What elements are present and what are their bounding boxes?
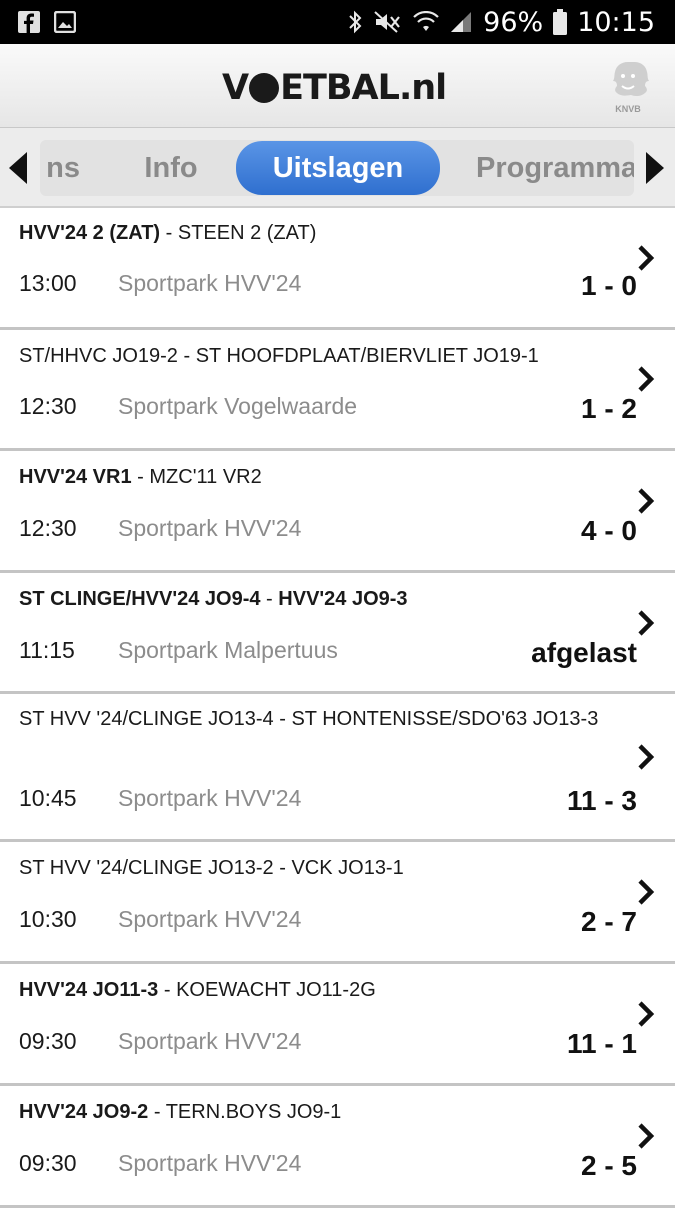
chevron-right-icon bbox=[638, 744, 655, 770]
match-venue: Sportpark HVV'24 bbox=[118, 906, 302, 933]
match-teams: ST/HHVC JO19-2 - ST HOOFDPLAAT/BIERVLIET… bbox=[19, 343, 619, 369]
away-team: STEEN 2 (ZAT) bbox=[177, 222, 317, 244]
match-venue: Sportpark HVV'24 bbox=[118, 515, 302, 542]
match-time: 09:30 bbox=[19, 1028, 77, 1055]
match-score: 1 - 2 bbox=[580, 392, 637, 424]
match-time: 11:15 bbox=[19, 636, 75, 663]
chevron-right-icon bbox=[638, 488, 655, 514]
chevron-right-icon bbox=[638, 366, 655, 392]
team-separator: - bbox=[148, 1100, 166, 1123]
arrow-right-icon bbox=[646, 152, 664, 184]
signal-icon bbox=[449, 10, 473, 34]
tab-partial[interactable]: ns bbox=[40, 140, 80, 196]
match-venue: Sportpark Malpertuus bbox=[118, 636, 338, 663]
tab-scroll-left-button[interactable] bbox=[6, 150, 32, 186]
tab-strip: ns Info Uitslagen Programma bbox=[0, 128, 675, 208]
chevron-right-icon bbox=[638, 245, 655, 271]
tab-scroll-right-button[interactable] bbox=[641, 150, 667, 186]
clock: 10:15 bbox=[577, 6, 655, 38]
match-row[interactable]: HVV'24 JO9-2 - TERN.BOYS JO9-1 09:30 Sport… bbox=[0, 1085, 675, 1208]
chevron-right-icon bbox=[638, 609, 655, 636]
match-venue: Sportpark HVV'24 bbox=[118, 1028, 302, 1055]
tab-info[interactable]: Info bbox=[136, 140, 206, 196]
match-score: 1 - 0 bbox=[580, 270, 637, 301]
home-team: HVV'24 JO11-3 bbox=[19, 979, 159, 1002]
gallery-icon bbox=[54, 11, 76, 33]
match-venue: Sportpark HVV'24 bbox=[118, 1149, 302, 1176]
chevron-right-icon bbox=[638, 1001, 655, 1027]
match-time: 12:30 bbox=[19, 515, 77, 542]
chevron-right-icon bbox=[638, 879, 655, 905]
home-team: HVV'24 VR1 bbox=[19, 466, 132, 489]
match-time: 12:30 bbox=[19, 392, 77, 419]
team-separator: - bbox=[260, 587, 279, 610]
home-team: ST CLINGE/HVV'24 JO9-4 bbox=[19, 587, 261, 610]
away-team: TERN.BOYS JO9-1 bbox=[165, 1100, 342, 1123]
team-separator: - bbox=[158, 979, 177, 1002]
match-score: 11 - 3 bbox=[566, 785, 637, 817]
match-teams: HVV'24 VR1 - MZC'11 VR2 bbox=[19, 464, 619, 490]
match-row[interactable]: ST/HHVC JO19-2 - ST HOOFDPLAAT/BIERVLIET… bbox=[0, 329, 675, 452]
chevron-right-icon bbox=[638, 1123, 655, 1149]
match-teams: HVV'24 JO11-3 - KOEWACHT JO11-2G bbox=[19, 977, 619, 1003]
team-separator: - bbox=[273, 857, 292, 880]
tab-programma[interactable]: Programma bbox=[476, 140, 634, 196]
match-score: 2 - 5 bbox=[580, 1149, 637, 1181]
match-time: 09:30 bbox=[19, 1149, 77, 1176]
match-teams: HVV'24 JO9-2 - TERN.BOYS JO9-1 bbox=[19, 1099, 619, 1125]
away-team: ST HONTENISSE/SDO'63 JO13-3 bbox=[291, 708, 599, 731]
football-icon bbox=[249, 73, 280, 103]
match-row[interactable]: HVV'24 JO11-3 - KOEWACHT JO11-2G 09:30 Spo… bbox=[0, 964, 675, 1086]
team-separator: - bbox=[160, 222, 178, 244]
home-team: ST/HHVC JO19-2 bbox=[19, 344, 178, 367]
match-time: 13:00 bbox=[19, 270, 77, 296]
match-row[interactable]: HVV'24 2 (ZAT) - STEEN 2 (ZAT) 13:00 Sport… bbox=[0, 208, 675, 330]
home-team: HVV'24 2 (ZAT) bbox=[19, 222, 161, 244]
team-separator: - bbox=[273, 708, 292, 731]
match-teams: HVV'24 2 (ZAT) - STEEN 2 (ZAT) bbox=[19, 220, 619, 246]
match-teams: ST HVV '24/CLINGE JO13-4 - ST HONTENISSE… bbox=[19, 706, 619, 732]
team-separator: - bbox=[177, 344, 196, 367]
match-row[interactable]: HVV'24 VR1 - MZC'11 VR2 12:30 Sportpark HV… bbox=[0, 451, 675, 573]
match-score: 4 - 0 bbox=[580, 515, 637, 547]
voetbal-logo[interactable]: V ETBAL.nl bbox=[222, 68, 447, 108]
away-team: KOEWACHT JO11-2G bbox=[176, 979, 376, 1002]
match-row[interactable]: ST HVV '24/CLINGE JO13-4 - ST HONTENISSE… bbox=[0, 694, 675, 843]
match-time: 10:45 bbox=[19, 785, 77, 812]
team-separator: - bbox=[131, 466, 150, 489]
status-bar: 96% 10:15 bbox=[0, 0, 675, 44]
away-team: ST HOOFDPLAAT/BIERVLIET JO19-1 bbox=[195, 344, 539, 367]
away-team: HVV'24 JO9-3 bbox=[278, 587, 408, 610]
match-venue: Sportpark HVV'24 bbox=[118, 785, 302, 812]
match-row[interactable]: ST CLINGE/HVV'24 JO9-4 - HVV'24 JO9-3 11:… bbox=[0, 572, 675, 695]
match-teams: ST CLINGE/HVV'24 JO9-4 - HVV'24 JO9-3 bbox=[19, 586, 619, 612]
battery-icon bbox=[553, 9, 568, 35]
match-venue: Sportpark HVV'24 bbox=[118, 270, 302, 296]
away-team: MZC'11 VR2 bbox=[149, 466, 262, 489]
wifi-icon bbox=[413, 11, 439, 33]
tab-uitslagen[interactable]: Uitslagen bbox=[236, 141, 440, 195]
knvb-logo: KNVB bbox=[604, 58, 652, 118]
lion-icon bbox=[613, 62, 649, 97]
match-time: 10:30 bbox=[19, 906, 77, 933]
app-header: V ETBAL.nl bbox=[0, 44, 675, 128]
match-list: HVV'24 2 (ZAT) - STEEN 2 (ZAT) 13:00 Sport… bbox=[0, 208, 675, 1208]
away-team: VCK JO13-1 bbox=[291, 857, 404, 880]
match-row[interactable]: ST HVV '24/CLINGE JO13-2 - VCK JO13-1 10:… bbox=[0, 842, 675, 965]
home-team: ST HVV '24/CLINGE JO13-4 bbox=[19, 708, 274, 731]
match-score: 2 - 7 bbox=[580, 906, 637, 938]
facebook-icon bbox=[18, 11, 40, 33]
home-team: ST HVV '24/CLINGE JO13-2 bbox=[19, 857, 274, 880]
match-score: afgelast bbox=[531, 636, 637, 668]
battery-percent: 96% bbox=[483, 6, 544, 38]
mute-icon bbox=[373, 10, 403, 34]
match-score: 11 - 1 bbox=[566, 1028, 637, 1060]
match-venue: Sportpark Vogelwaarde bbox=[118, 392, 358, 419]
home-team: HVV'24 JO9-2 bbox=[19, 1100, 149, 1123]
match-teams: ST HVV '24/CLINGE JO13-2 - VCK JO13-1 bbox=[19, 855, 619, 881]
tab-track: ns Info Uitslagen Programma bbox=[40, 140, 634, 196]
arrow-left-icon bbox=[9, 152, 27, 184]
bluetooth-icon bbox=[347, 10, 363, 34]
